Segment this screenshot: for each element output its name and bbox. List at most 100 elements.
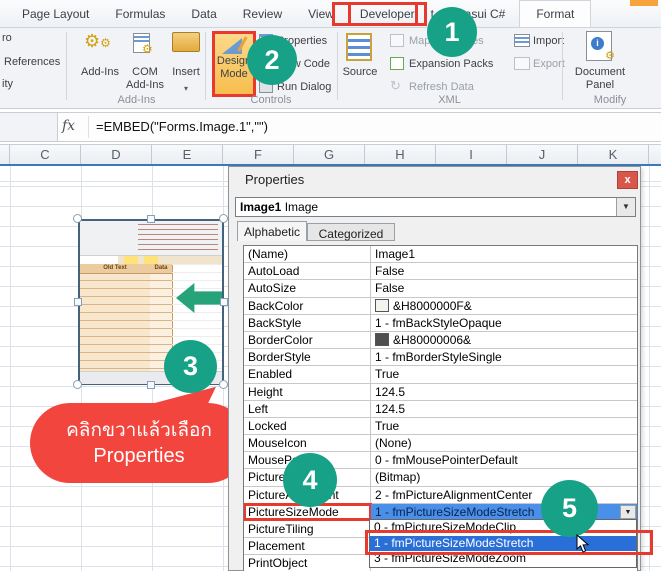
name-box[interactable] <box>0 113 58 141</box>
resize-handle-top-left[interactable] <box>73 214 82 223</box>
property-row-locked[interactable]: LockedTrue <box>244 418 637 435</box>
column-header-g[interactable]: G <box>294 145 365 165</box>
property-row-borderstyle[interactable]: BorderStyle1 - fmBorderStyleSingle <box>244 349 637 366</box>
property-value[interactable]: 124.5 <box>371 384 637 400</box>
fx-icon: fx <box>62 118 75 134</box>
document-panel-label: Document Panel <box>570 66 630 92</box>
annotation-box-dropdown-item <box>365 530 653 555</box>
dropdown-arrow-button[interactable]: ▼ <box>620 505 636 519</box>
resize-handle-bottom-right[interactable] <box>219 380 228 389</box>
step-circle-4: 4 <box>283 453 337 507</box>
object-selector[interactable]: Image1 Image ▼ <box>235 197 636 217</box>
annotation-box-developer-tab <box>332 2 418 26</box>
property-row-backstyle[interactable]: BackStyle1 - fmBackStyleOpaque <box>244 315 637 332</box>
callout-line2: Properties <box>93 443 184 469</box>
step-circle-1: 1 <box>427 7 477 57</box>
tab-data[interactable]: Data <box>179 1 228 27</box>
property-value[interactable]: &H8000000F& <box>371 298 637 314</box>
property-value[interactable]: Image1 <box>371 246 637 262</box>
truncated-label-security: ity <box>2 78 13 90</box>
tab-categorized[interactable]: Categorized <box>307 223 395 241</box>
property-row-autoload[interactable]: AutoLoadFalse <box>244 263 637 280</box>
property-row-height[interactable]: Height124.5 <box>244 384 637 401</box>
resize-handle-top-right[interactable] <box>219 214 228 223</box>
tab-formulas[interactable]: Formulas <box>103 1 177 27</box>
excel-window: Page LayoutFormulasDataReviewViewDevelop… <box>0 0 661 571</box>
column-header-e[interactable]: E <box>152 145 223 165</box>
property-name: BorderStyle <box>244 349 371 365</box>
resize-handle-top[interactable] <box>147 215 155 223</box>
tab-page-layout[interactable]: Page Layout <box>10 1 101 27</box>
property-value[interactable]: 124.5 <box>371 401 637 417</box>
property-value[interactable]: True <box>371 366 637 382</box>
insert-dropdown-caret[interactable]: ▾ <box>166 82 206 95</box>
column-header-d[interactable]: D <box>81 145 152 165</box>
column-header-c[interactable]: C <box>10 145 81 165</box>
add-ins-label: Add-Ins <box>74 66 126 79</box>
property-value[interactable]: 0 - fmMousePointerDefault <box>371 452 637 468</box>
chevron-down-icon[interactable]: ▼ <box>616 198 635 216</box>
source-icon <box>346 33 372 61</box>
column-header-h[interactable]: H <box>365 145 436 165</box>
formula-bar: fx =EMBED("Forms.Image.1","") <box>0 112 661 142</box>
add-ins-button[interactable]: ⚙⚙ <box>84 32 111 52</box>
color-swatch <box>375 333 389 346</box>
property-name: AutoLoad <box>244 263 371 279</box>
truncated-label-macro: ro <box>2 32 12 44</box>
property-row-left[interactable]: Left124.5 <box>244 401 637 418</box>
resize-handle-bottom[interactable] <box>147 381 155 389</box>
toolbox-icon <box>172 32 200 52</box>
resize-handle-bottom-left[interactable] <box>73 380 82 389</box>
callout-balloon: คลิกขวาแล้วเลือก Properties <box>30 403 248 483</box>
document-panel-button[interactable]: i ⚙ <box>586 31 612 61</box>
com-add-ins-button[interactable]: ⚙ <box>133 33 150 53</box>
property-value[interactable]: (Bitmap) <box>371 469 637 485</box>
property-value[interactable]: False <box>371 280 637 296</box>
property-row-mouseicon[interactable]: MouseIcon(None) <box>244 435 637 452</box>
property-name: Height <box>244 384 371 400</box>
gears-icon: ⚙ <box>84 31 100 51</box>
property-row-enabled[interactable]: EnabledTrue <box>244 366 637 383</box>
column-header-f[interactable]: F <box>223 145 294 165</box>
mini-highlight-cell <box>124 256 138 264</box>
resize-handle-left[interactable] <box>74 298 82 306</box>
picture-tools-contextual-header <box>630 0 658 6</box>
truncated-label-references: References <box>4 56 60 68</box>
close-button[interactable]: x <box>617 171 638 189</box>
column-header-i[interactable]: I <box>436 145 507 165</box>
property-row-name[interactable]: (Name)Image1 <box>244 246 637 263</box>
group-label-add-ins: Add-Ins <box>68 94 205 106</box>
property-value[interactable]: (None) <box>371 435 637 451</box>
property-value[interactable]: 1 - fmBorderStyleSingle <box>371 349 637 365</box>
property-name: Enabled <box>244 366 371 382</box>
insert-button[interactable] <box>172 32 200 52</box>
color-swatch <box>375 299 389 312</box>
property-row-backcolor[interactable]: BackColor&H8000000F& <box>244 298 637 315</box>
property-row-bordercolor[interactable]: BorderColor&H80000006& <box>244 332 637 349</box>
column-header-j[interactable]: J <box>507 145 578 165</box>
tab-alphabetic[interactable]: Alphabetic <box>237 221 307 241</box>
tab-format[interactable]: Format <box>519 0 591 27</box>
properties-window-title: Properties <box>245 172 304 187</box>
formula-input[interactable]: =EMBED("Forms.Image.1","") <box>96 119 268 134</box>
resize-handle-right[interactable] <box>220 298 228 306</box>
property-value[interactable]: False <box>371 263 637 279</box>
import-button[interactable]: Import <box>533 35 564 47</box>
tab-review[interactable]: Review <box>231 1 294 27</box>
property-row-autosize[interactable]: AutoSizeFalse <box>244 280 637 297</box>
property-name: MouseIcon <box>244 435 371 451</box>
export-icon <box>514 57 530 70</box>
property-name: BackStyle <box>244 315 371 331</box>
object-type: Image <box>285 200 318 214</box>
property-value[interactable]: True <box>371 418 637 434</box>
property-value[interactable]: 1 - fmBackStyleOpaque <box>371 315 637 331</box>
source-button[interactable] <box>346 33 372 61</box>
run-dialog-button[interactable]: Run Dialog <box>277 81 331 93</box>
mini-highlight-cell <box>144 256 158 264</box>
property-name: PrintObject <box>244 555 371 571</box>
property-value[interactable]: &H80000006& <box>371 332 637 348</box>
property-name: (Name) <box>244 246 371 262</box>
expansion-packs-button[interactable]: Expansion Packs <box>409 58 493 70</box>
object-name: Image1 <box>240 200 281 214</box>
column-header-k[interactable]: K <box>578 145 649 165</box>
